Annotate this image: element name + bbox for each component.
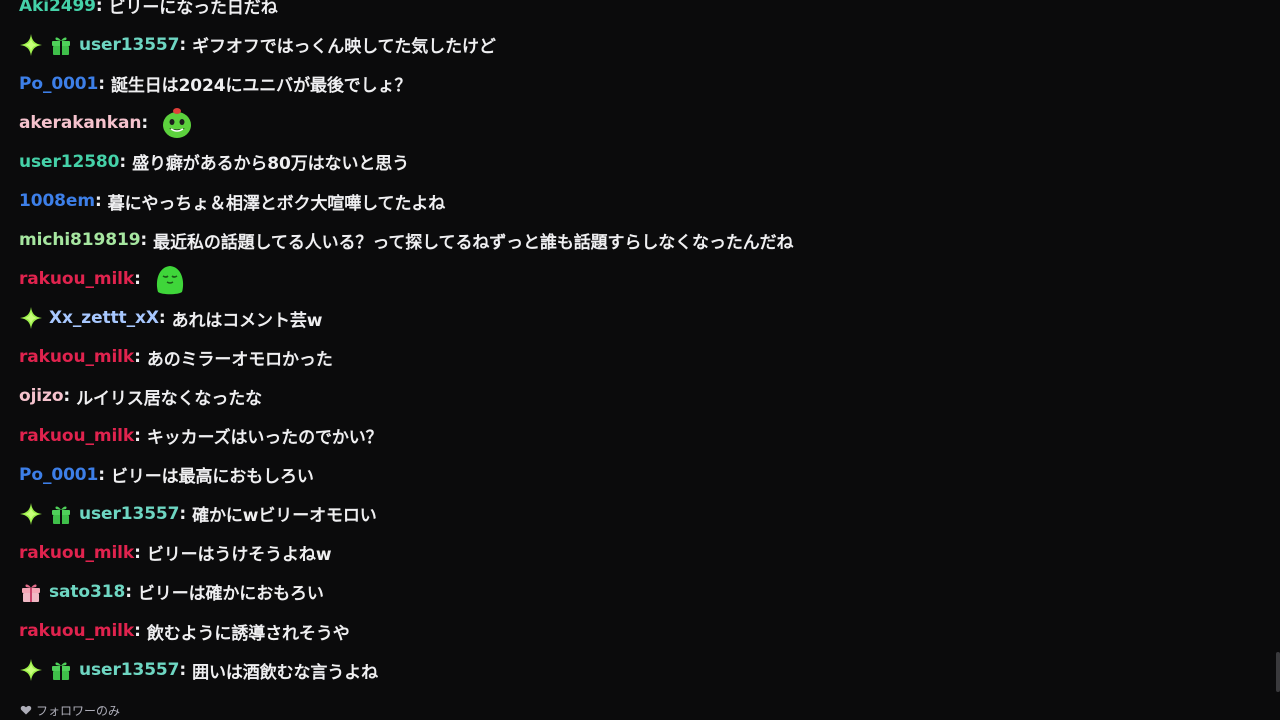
gift-badge[interactable] (49, 658, 73, 682)
chat-username[interactable]: rakuou_milk (19, 543, 134, 563)
chat-username[interactable]: michi819819 (19, 230, 141, 250)
chat-message-text: 暮にやっちょ＆相澤とボク大喧嘩してたよね (107, 193, 446, 214)
chat-message: user12580: 盛り癖があるから80万はないと思う (19, 142, 1259, 181)
sparkle-badge[interactable] (19, 658, 43, 682)
green-blob-emote[interactable] (160, 106, 194, 140)
username-separator: : (141, 112, 149, 133)
chat-message-text: ギフオフではっくん映してた気したけど (192, 37, 496, 58)
chat-message-text: 盛り癖があるから80万はないと思う (132, 154, 410, 175)
chat-message: rakuou_milk: キッカーズはいったのでかい？ (19, 416, 1259, 455)
chat-username[interactable]: rakuou_milk (19, 347, 134, 367)
username-separator: : (63, 386, 71, 407)
chat-username[interactable]: Po_0001 (19, 465, 98, 485)
username-separator: : (134, 269, 141, 290)
chat-message-text: 飲むように誘導されそうや (146, 623, 350, 644)
heart-icon (20, 704, 32, 716)
chat-message: ojizo: ルイリス居なくなったな (19, 377, 1259, 416)
gift-badge[interactable] (49, 33, 73, 57)
chat-username[interactable]: akerakankan (19, 113, 141, 133)
username-separator: : (125, 581, 132, 602)
chat-message: user13557: 囲いは酒飲むな言うよね (19, 651, 1259, 690)
chat-message: rakuou_milk: 飲むように誘導されそうや (19, 612, 1259, 651)
chat-message-list: Aki2499: ビリーになった日だね user13557: ギフオフではっくん映して… (19, 0, 1259, 690)
username-separator: : (98, 73, 105, 94)
chat-message-text: 最近私の話題してる人いる？って探してるねずっと誰も話題すらしなくなったんだね (153, 232, 794, 253)
chat-message-text: ビリーになった日だね (108, 0, 278, 19)
chat-username[interactable]: 1008em (19, 191, 95, 211)
chat-username[interactable]: user13557 (79, 660, 179, 680)
chat-message: rakuou_milk: あのミラーオモロかった (19, 338, 1259, 377)
chat-message-text: 囲いは酒飲むな言うよね (192, 662, 378, 683)
username-separator: : (98, 464, 105, 485)
chat-message: Aki2499: ビリーになった日だね (19, 0, 1259, 25)
chat-username[interactable]: ojizo (19, 386, 64, 406)
chat-message-text: ビリーはうけそうよねw (146, 545, 332, 566)
username-separator: : (179, 503, 187, 524)
username-separator: : (179, 660, 187, 681)
username-separator: : (140, 230, 148, 251)
chat-message: Xx_zettt_xX: あれはコメント芸w (19, 299, 1259, 338)
chat-message-text: 確かにwビリーオモロい (192, 506, 377, 527)
username-separator: : (119, 151, 127, 172)
gift-badge[interactable] (49, 502, 73, 526)
username-separator: : (179, 34, 187, 55)
username-separator: : (134, 425, 141, 446)
chat-message: 1008em: 暮にやっちょ＆相澤とボク大喧嘩してたよね (19, 181, 1259, 220)
chat-window: Aki2499: ビリーになった日だね user13557: ギフオフではっくん映して… (0, 0, 1280, 720)
chat-username[interactable]: Aki2499 (19, 0, 96, 16)
username-separator: : (158, 308, 166, 329)
chat-username[interactable]: rakuou_milk (19, 621, 134, 641)
sleepy-blob-emote[interactable] (153, 262, 187, 296)
followers-only-indicator: フォロワーのみ (20, 701, 120, 719)
chat-message-text: あれはコメント芸w (171, 310, 323, 331)
sparkle-badge[interactable] (19, 33, 43, 57)
chat-message-text: ビリーは最高におもしろい (110, 467, 314, 488)
chat-username[interactable]: Xx_zettt_xX (49, 308, 159, 328)
chat-username[interactable]: rakuou_milk (19, 269, 134, 289)
username-separator: : (134, 542, 141, 563)
chat-username[interactable]: user13557 (79, 504, 179, 524)
chat-message: akerakankan: (19, 103, 1259, 142)
chat-scrollbar[interactable] (1276, 652, 1280, 692)
followers-only-label: フォロワーのみ (36, 703, 121, 718)
username-separator: : (94, 191, 102, 212)
chat-message: rakuou_milk: ビリーはうけそうよねw (19, 533, 1259, 572)
chat-message: Po_0001: 誕生日は2024にユニバが最後でしょ？ (19, 64, 1259, 103)
chat-username[interactable]: user12580 (19, 152, 119, 172)
chat-message: user13557: ギフオフではっくん映してた気したけど (19, 25, 1259, 64)
chat-username[interactable]: sato318 (49, 582, 125, 602)
chat-message: rakuou_milk: (19, 260, 1259, 299)
sparkle-badge[interactable] (19, 306, 43, 330)
chat-username[interactable]: Po_0001 (19, 74, 98, 94)
chat-message-text: キッカーズはいったのでかい？ (146, 428, 383, 449)
chat-username[interactable]: user13557 (79, 35, 179, 55)
username-separator: : (134, 347, 141, 368)
chat-username[interactable]: rakuou_milk (19, 426, 134, 446)
chat-message: sato318: ビリーは確かにおもろい (19, 572, 1259, 611)
chat-message-text: ルイリス居なくなったな (76, 388, 263, 409)
chat-message-text: あのミラーオモロかった (146, 349, 333, 370)
username-separator: : (134, 621, 141, 642)
chat-message: user13557: 確かにwビリーオモロい (19, 494, 1259, 533)
chat-message-text: ビリーは確かにおもろい (137, 584, 324, 605)
chat-message: michi819819: 最近私の話題してる人いる？って探してるねずっと誰も話題す… (19, 221, 1259, 260)
sparkle-badge[interactable] (19, 502, 43, 526)
pink-gift-badge[interactable] (19, 580, 43, 604)
username-separator: : (95, 0, 103, 16)
chat-message: Po_0001: ビリーは最高におもしろい (19, 455, 1259, 494)
chat-message-text: 誕生日は2024にユニバが最後でしょ？ (110, 76, 412, 97)
